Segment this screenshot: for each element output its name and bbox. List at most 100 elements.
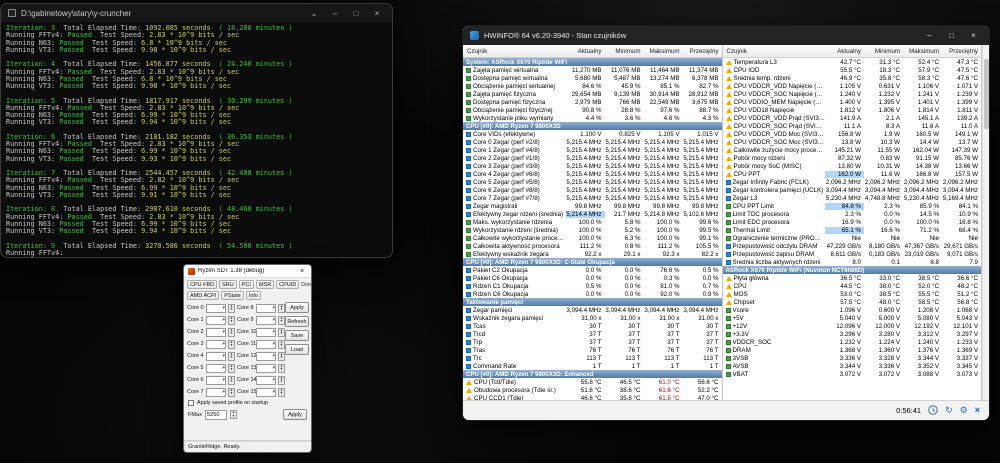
- sensor-row[interactable]: Trp37 T37 T37 T37 T: [463, 338, 722, 346]
- core-stepper-2[interactable]: ▲▼: [228, 328, 235, 337]
- sensor-row[interactable]: CPU VDDCR_VDD Napięcie (SVI3 TFN)1.105 V…: [723, 82, 982, 90]
- sensor-section-header[interactable]: Taktowanie pamięci: [463, 298, 722, 306]
- sensor-row[interactable]: Dostępna pamięć wirtualna5,680 MB5,487 M…: [463, 74, 722, 82]
- sensor-row[interactable]: Pobór mocy rdzeni87.32 W0.83 W91.15 W85.…: [723, 154, 982, 162]
- refresh-button[interactable]: Refresh: [285, 316, 309, 327]
- sensor-row[interactable]: Tcas30 T30 T30 T30 T: [463, 322, 722, 330]
- maximize-button[interactable]: □: [943, 31, 960, 40]
- sensor-row[interactable]: DRAM1.368 V1.360 V1.376 V1.369 V: [723, 346, 982, 354]
- sensor-row[interactable]: Core VIDs (efektywne)1.100 V0.825 V1.105…: [463, 130, 722, 138]
- minimize-button[interactable]: –: [921, 31, 938, 40]
- sensor-row[interactable]: Tras76 T76 T76 T76 T: [463, 346, 722, 354]
- sensor-row[interactable]: Wykorzystanie rdzeni (średnia)100.0 %5.2…: [463, 226, 722, 234]
- tab-msr[interactable]: MSR: [256, 280, 274, 289]
- sensor-row[interactable]: Chipset57.5 °C48.0 °C58.5 °C56.8 °C: [723, 298, 982, 306]
- sensor-row[interactable]: Pobór mocy SoC (MISC)13.80 W10.31 W14.38…: [723, 162, 982, 170]
- core-select-0[interactable]: ▾: [206, 304, 226, 313]
- sensor-row[interactable]: CPU PPT Limit84.8 %2.3 %85.9 %84.1 %: [723, 202, 982, 210]
- core-select-9[interactable]: ▾: [256, 316, 276, 325]
- maximize-button[interactable]: □: [348, 9, 364, 18]
- sensor-row[interactable]: Maks. wykorzystanie rdzenia100.0 %5.8 %1…: [463, 218, 722, 226]
- fmax-apply-button[interactable]: Apply: [283, 409, 307, 420]
- sensor-row[interactable]: Trc113 T113 T113 T113 T: [463, 354, 722, 362]
- close-button[interactable]: ×: [965, 31, 982, 40]
- sensor-row[interactable]: AVSB3.344 V3.336 V3.352 V3.345 V: [723, 362, 982, 370]
- apply-button[interactable]: Apply: [285, 302, 309, 313]
- tab-amd-acpi[interactable]: AMD ACPI: [187, 291, 219, 300]
- sensor-row[interactable]: CPU VDDCR_SOC Moc (SVI3 TFN)13.8 W10.3 W…: [723, 138, 982, 146]
- sensor-row[interactable]: CPU VDDCR_VDD Moc (SVI3 TFN)156.8 W1.9 W…: [723, 130, 982, 138]
- core-stepper-5[interactable]: ▲▼: [228, 364, 235, 373]
- core-stepper-3[interactable]: ▲▼: [228, 340, 235, 349]
- fmax-stepper[interactable]: ▲▼: [230, 410, 237, 419]
- sensor-section-header[interactable]: CPU [#0]: AMD Ryzen 7 9800X3D: Enhanced: [463, 370, 722, 378]
- sensor-row[interactable]: VBAT3.072 V3.072 V3.088 V3.073 V: [723, 370, 982, 378]
- hwinfo-window[interactable]: HWiNFO® 64 v6.20-3940 - Stan czujników –…: [462, 25, 990, 421]
- sensor-row[interactable]: CPU IOD55.5 °C18.3 °C57.9 °C47.5 °C: [723, 66, 982, 74]
- sensor-row[interactable]: Core 6 Zegar (perf #8/8)5,215.4 MHz5,215…: [463, 186, 722, 194]
- sensor-row[interactable]: Zegar kontrolera pamięci (UCLK)3,094.4 M…: [723, 186, 982, 194]
- core-select-3[interactable]: ▾: [206, 340, 226, 349]
- sensor-row[interactable]: +5V5.040 V5.000 V5.080 V5.043 V: [723, 314, 982, 322]
- core-select-2[interactable]: ▾: [206, 328, 226, 337]
- scrollbar-thumb[interactable]: [984, 59, 989, 129]
- chevron-down-icon[interactable]: ⌄: [306, 9, 322, 18]
- sensor-row[interactable]: Core 7 Zegar (perf #7/8)5,215.4 MHz5,215…: [463, 194, 722, 202]
- vertical-scrollbar[interactable]: [982, 45, 989, 400]
- sensor-row[interactable]: CPU VDD18 Napięcie1.812 V1.806 V1.814 V1…: [723, 106, 982, 114]
- core-select-10[interactable]: ▾: [256, 328, 276, 337]
- sensor-row[interactable]: Core 4 Zegar (perf #6/8)5,215.4 MHz5,215…: [463, 170, 722, 178]
- core-stepper-8[interactable]: ▲▼: [278, 304, 285, 313]
- sensor-row[interactable]: CPU VDDCR_SOC Prąd (SVI3 TFN)11.1 A8.3 A…: [723, 122, 982, 130]
- sensor-row[interactable]: Efektywny wskaźnik zegara92.2 x29.1 x92.…: [463, 250, 722, 258]
- ryzen-sdt-window[interactable]: Ryzen SDT 1.38 (debug) × CPU FBDSRUPCIMS…: [183, 264, 312, 453]
- sensor-row[interactable]: Vcore1.096 V0.600 V1.208 V1.068 V: [723, 306, 982, 314]
- core-select-6[interactable]: ▾: [206, 376, 226, 385]
- sensor-row[interactable]: Zajęta pamięć fizyczna29,654 MB9,139 MB3…: [463, 90, 722, 98]
- tab-pci[interactable]: PCI: [239, 280, 254, 289]
- terminal-window[interactable]: D:\gabinetowy\stary\y-cruncher ⌄ – □ × I…: [0, 3, 393, 258]
- hwinfo-titlebar[interactable]: HWiNFO® 64 v6.20-3940 - Stan czujników –…: [463, 26, 989, 45]
- sensor-row[interactable]: Efektywny zegar rdzeni (średnia)5,214.4 …: [463, 210, 722, 218]
- core-select-8[interactable]: ▾: [256, 304, 276, 313]
- sensor-row[interactable]: Obciążenie pamięci fizycznej90.8 %28.8 %…: [463, 106, 722, 114]
- sensor-row[interactable]: Wykorzystanie pliku wymiany4.4 %3.6 %4.6…: [463, 114, 722, 122]
- sensor-row[interactable]: Obudowa procesora (Tdie śr.)51.6 °C38.6 …: [463, 386, 722, 394]
- fmax-input[interactable]: [205, 410, 227, 420]
- sensor-row[interactable]: Dostępna pamięć fizyczna2,979 MB766 MB22…: [463, 98, 722, 106]
- tab-sru[interactable]: SRU: [219, 280, 237, 289]
- sensor-section-header[interactable]: System: ASRock X670 Riptide WiFi: [463, 58, 722, 66]
- sensor-row[interactable]: Przepustowość odczytu DRAM47,229 GB/s8,1…: [723, 242, 982, 250]
- sensor-row[interactable]: Średnia temp. rdzeni46.9 °C35.8 °C58.3 °…: [723, 74, 982, 82]
- core-stepper-10[interactable]: ▲▼: [278, 328, 285, 337]
- sensor-row[interactable]: Zegar pamięci3,094.4 MHz3,094.4 MHz3,094…: [463, 306, 722, 314]
- core-stepper-11[interactable]: ▲▼: [278, 340, 285, 349]
- sensor-row[interactable]: +3.3V3.296 V3.280 V3.312 V3.297 V: [723, 330, 982, 338]
- sensor-section-header[interactable]: ASRock X670 Riptide WiFi (Nuvoton NCT668…: [723, 266, 982, 274]
- sensor-row[interactable]: Core 1 Zegar (perf #4/8)5,215.4 MHz5,215…: [463, 146, 722, 154]
- sensor-row[interactable]: Temperatura L342.7 °C31.3 °C52.4 °C47.3 …: [723, 58, 982, 66]
- sensor-row[interactable]: Płyta główna36.5 °C33.0 °C38.5 °C36.6 °C: [723, 274, 982, 282]
- sensor-row[interactable]: CPU PPT162.0 W11.6 W166.8 W157.5 W: [723, 170, 982, 178]
- sensor-row[interactable]: CPU VDDIO_MEM Napięcie (SVI3 TFN)1.400 V…: [723, 98, 982, 106]
- sensor-row[interactable]: Zegar magistrali99.8 MHz99.8 MHz99.8 MHz…: [463, 202, 722, 210]
- core-stepper-9[interactable]: ▲▼: [278, 316, 285, 325]
- sensor-row[interactable]: 3VSB3.336 V3.328 V3.344 V3.337 V: [723, 354, 982, 362]
- core-select-12[interactable]: ▾: [256, 352, 276, 361]
- sensor-row[interactable]: Rdzeń C6 Okupacja0.0 %0.0 %92.0 %0.9 %: [463, 290, 722, 298]
- core-select-14[interactable]: ▾: [256, 376, 276, 385]
- sensor-row[interactable]: Ograniczenie termiczne (PROCHOT)NieNieNi…: [723, 234, 982, 242]
- sensor-row[interactable]: Obciążenie pamięci wirtualnej84.6 %45.9 …: [463, 82, 722, 90]
- core-select-11[interactable]: ▾: [256, 340, 276, 349]
- sensor-row[interactable]: Core 5 Zegar (perf #5/8)5,215.4 MHz5,215…: [463, 178, 722, 186]
- sensor-section-header[interactable]: CPU [#0]: AMD Ryzen 7 9800X3D: C-State O…: [463, 258, 722, 266]
- core-stepper-1[interactable]: ▲▼: [228, 316, 235, 325]
- core-stepper-15[interactable]: ▲▼: [278, 388, 285, 397]
- sensor-row[interactable]: Średnia liczba aktywnych rdzeni8.00.18.8…: [723, 258, 982, 266]
- core-select-1[interactable]: ▾: [206, 316, 226, 325]
- sensor-row[interactable]: Command Rate1 T1 T1 T1 T: [463, 362, 722, 370]
- sensor-row[interactable]: Rdzeń C1 Okupacja0.5 %0.0 %81.0 %0.7 %: [463, 282, 722, 290]
- sensor-row[interactable]: Thermal Limit65.1 %16.6 %71.2 %68.4 %: [723, 226, 982, 234]
- tab-cpu-fbd[interactable]: CPU FBD: [187, 280, 217, 289]
- close-button[interactable]: ×: [297, 268, 307, 275]
